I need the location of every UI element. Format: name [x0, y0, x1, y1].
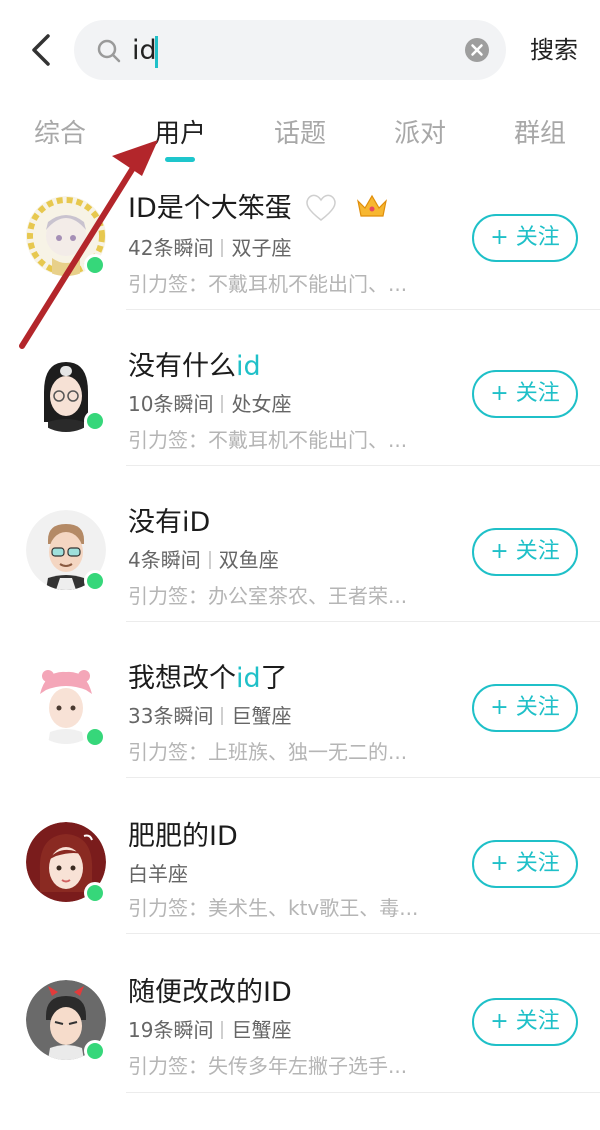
user-row[interactable]: ID是个大笨蛋 42条瞬间 双子座 引力签：不戴耳机不能出门、... + 关注 [0, 160, 600, 316]
tab-party[interactable]: 派对 [370, 108, 470, 160]
search-header: 搜索 [0, 0, 600, 100]
tab-bar: 综合 用户 话题 派对 群组 [0, 108, 600, 168]
online-status-dot [84, 726, 106, 748]
follow-button[interactable]: + 关注 [472, 840, 578, 888]
online-status-dot [84, 882, 106, 904]
user-meta: 10条瞬间 处女座 [128, 392, 292, 416]
user-meta: 33条瞬间 巨蟹座 [128, 704, 292, 728]
follow-button[interactable]: + 关注 [472, 684, 578, 732]
divider [126, 1092, 600, 1093]
tab-comprehensive[interactable]: 综合 [10, 108, 110, 160]
follow-button[interactable]: + 关注 [472, 214, 578, 262]
user-meta: 19条瞬间 巨蟹座 [128, 1018, 292, 1042]
tab-topics[interactable]: 话题 [250, 108, 350, 160]
online-status-dot [84, 1040, 106, 1062]
user-meta: 42条瞬间 双子座 [128, 236, 292, 260]
user-name: 没有什么id [128, 351, 261, 382]
user-tags: 引力签：失传多年左撇子选手... [128, 1054, 408, 1078]
user-tags: 引力签：不戴耳机不能出门、... [128, 272, 408, 296]
user-name: 随便改改的ID [128, 977, 292, 1008]
user-name: 没有iD [128, 507, 211, 538]
user-row[interactable]: 随便改改的ID 19条瞬间 巨蟹座 引力签：失传多年左撇子选手... + 关注 [0, 940, 600, 1096]
search-input[interactable] [132, 30, 452, 70]
online-status-dot [84, 570, 106, 592]
clear-icon[interactable] [464, 37, 490, 63]
search-button[interactable]: 搜索 [522, 32, 586, 68]
user-meta: 4条瞬间 双鱼座 [128, 548, 279, 572]
user-meta: 白羊座 [128, 862, 188, 886]
user-tags: 引力签：美术生、ktv歌王、毒... [128, 896, 419, 920]
online-status-dot [84, 254, 106, 276]
user-row[interactable]: 肥肥的ID 白羊座 引力签：美术生、ktv歌王、毒... + 关注 [0, 784, 600, 940]
user-row[interactable]: 没有iD 4条瞬间 双鱼座 引力签：办公室茶农、王者荣... + 关注 [0, 472, 600, 628]
back-arrow-icon[interactable] [22, 30, 62, 70]
user-tags: 引力签：不戴耳机不能出门、... [128, 428, 408, 452]
divider [126, 621, 600, 622]
follow-button[interactable]: + 关注 [472, 998, 578, 1046]
tab-groups[interactable]: 群组 [490, 108, 590, 160]
divider [126, 465, 600, 466]
user-row[interactable]: 我想改个id了 33条瞬间 巨蟹座 引力签：上班族、独一无二的... + 关注 [0, 628, 600, 784]
text-cursor [155, 36, 158, 68]
divider [126, 309, 600, 310]
search-icon [97, 39, 121, 63]
user-tags: 引力签：上班族、独一无二的... [128, 740, 408, 764]
user-row[interactable]: 没有什么id 10条瞬间 处女座 引力签：不戴耳机不能出门、... + 关注 [0, 316, 600, 472]
user-name: 我想改个id了 [128, 663, 288, 694]
divider [126, 777, 600, 778]
divider [126, 933, 600, 934]
online-status-dot [84, 410, 106, 432]
user-tags: 引力签：办公室茶农、王者荣... [128, 584, 408, 608]
white-heart-emoji-icon [306, 194, 337, 221]
search-box[interactable] [74, 20, 506, 80]
user-name: 肥肥的ID [128, 821, 238, 852]
follow-button[interactable]: + 关注 [472, 528, 578, 576]
tab-users[interactable]: 用户 [130, 108, 230, 160]
follow-button[interactable]: + 关注 [472, 370, 578, 418]
crown-emoji-icon [356, 194, 387, 217]
user-name: ID是个大笨蛋 [128, 186, 389, 225]
